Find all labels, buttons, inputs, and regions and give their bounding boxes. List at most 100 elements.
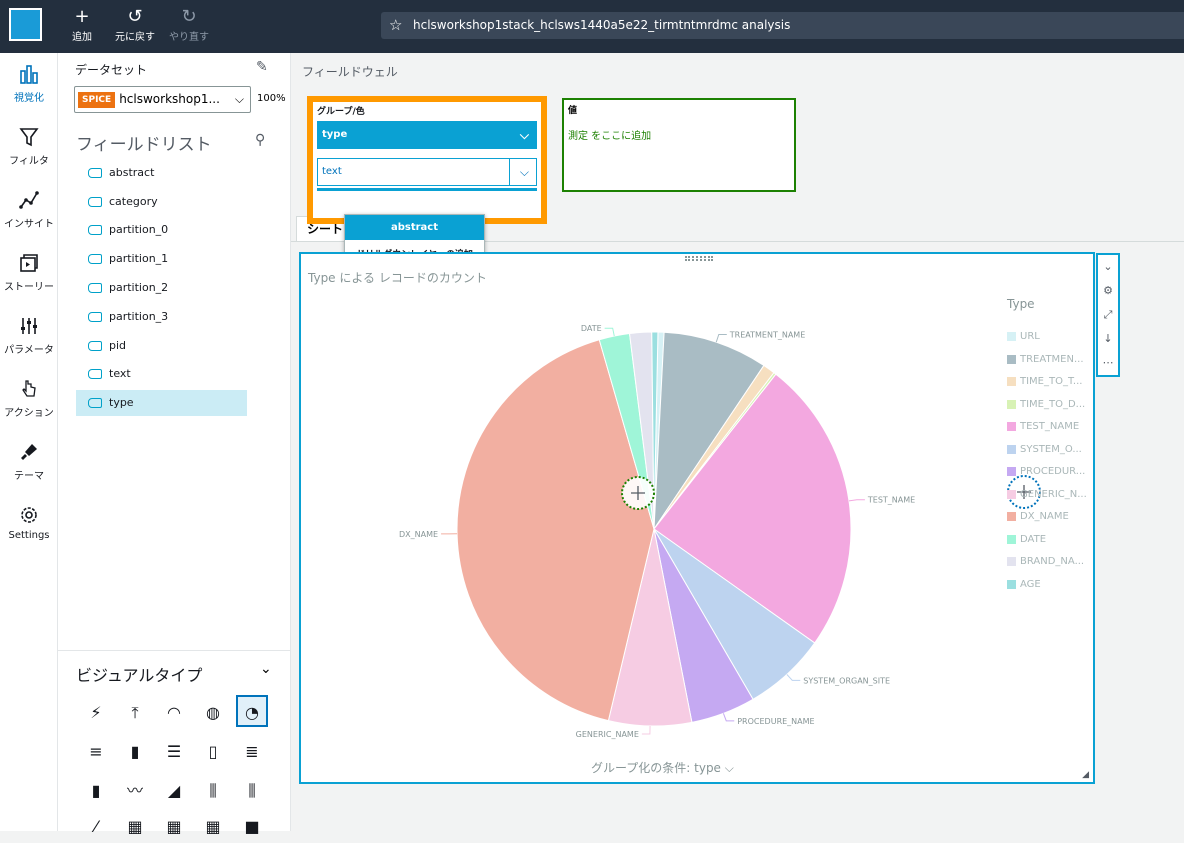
dropdown-item-abstract[interactable]: abstract (345, 215, 484, 240)
field-list-title: フィールドリスト (76, 130, 212, 155)
slice-label: PROCEDURE_NAME (737, 717, 814, 726)
nav-insights[interactable]: インサイト (0, 189, 58, 230)
resize-handle-icon[interactable]: ◢ (1082, 770, 1089, 780)
collapse-chevron-icon[interactable]: ⌄ (260, 661, 272, 677)
more-options-icon[interactable]: ⋯ (1098, 351, 1118, 375)
field-item[interactable]: partition_3 (76, 304, 247, 330)
pivot-table-icon[interactable]: ▦ (158, 811, 190, 843)
table-icon[interactable]: ▦ (197, 811, 229, 843)
vertical-bar-icon[interactable]: ▮ (119, 736, 151, 768)
legend-item[interactable]: DATE (1007, 533, 1046, 547)
legend-item[interactable]: PROCEDUR... (1007, 465, 1085, 479)
horizontal-bar-icon[interactable]: ≡ (80, 736, 112, 768)
legend-swatch (1007, 512, 1016, 521)
slice-leader-line (723, 713, 734, 720)
legend-item[interactable]: BRAND_NA... (1007, 555, 1084, 569)
treemap-icon[interactable]: ■ (236, 811, 268, 843)
legend-item[interactable]: TREATMEN... (1007, 353, 1084, 367)
value-well[interactable]: 値 測定 をここに追加 (562, 98, 796, 192)
kpi-icon[interactable]: ⤒ (119, 697, 151, 729)
legend-item[interactable]: TEST_NAME (1007, 420, 1079, 434)
analysis-title-field[interactable]: ☆ hclsworkshop1stack_hclsws1440a5e22_tir… (381, 12, 1184, 39)
legend-swatch (1007, 332, 1016, 341)
download-icon[interactable]: ↓ (1098, 327, 1118, 351)
nav-label: パラメータ (4, 345, 54, 356)
slice-leader-line (716, 335, 727, 343)
pill-label: text (322, 166, 342, 177)
story-icon (0, 252, 58, 278)
stacked-bar-icon[interactable]: ☰ (158, 736, 190, 768)
visual-card[interactable]: Type による レコードのカウント TREATMENT_NAMETEST_NA… (299, 252, 1095, 784)
pill-label: type (322, 129, 347, 140)
search-icon[interactable]: ⚲ (255, 132, 265, 148)
pie-chart-icon[interactable]: ◔ (236, 695, 268, 727)
text-field-pill[interactable]: text ⌵ (317, 158, 537, 186)
nav-filter[interactable]: フィルタ (0, 126, 58, 167)
nav-visualize[interactable]: 視覚化 (0, 63, 58, 104)
stacked-column-icon[interactable]: ▯ (197, 736, 229, 768)
legend-item[interactable]: GENERIC_N... (1007, 488, 1087, 502)
undo-icon: ↺ (115, 6, 155, 28)
legend-item[interactable]: AGE (1007, 578, 1041, 592)
nav-actions[interactable]: アクション (0, 378, 58, 419)
legend-item[interactable]: TIME_TO_T... (1007, 375, 1082, 389)
field-item[interactable]: text (76, 361, 247, 387)
dimension-tag-icon (88, 398, 102, 408)
expand-icon[interactable]: ⤢ (1098, 303, 1118, 327)
legend-item[interactable]: URL (1007, 330, 1040, 344)
combo-line-icon[interactable]: ⫼ (236, 775, 268, 807)
slice-label: GENERIC_NAME (576, 730, 639, 739)
field-item[interactable]: category (76, 189, 247, 215)
legend-item[interactable]: DX_NAME (1007, 510, 1069, 524)
format-gear-icon[interactable]: ⚙ (1098, 279, 1118, 303)
dimension-tag-icon (88, 197, 102, 207)
legend-item[interactable]: SYSTEM_O... (1007, 443, 1082, 457)
type-field-pill[interactable]: type ⌵ (317, 121, 537, 149)
dataset-select[interactable]: SPICEhclsworkshop1... ⌵ (74, 86, 251, 113)
visual-toolbar: ⌄ ⚙ ⤢ ↓ ⋯ (1096, 253, 1120, 377)
combo-chart-icon[interactable]: ⫼ (197, 775, 229, 807)
gauge-icon[interactable]: ◠ (158, 697, 190, 729)
nav-theme[interactable]: テーマ (0, 441, 58, 482)
add-drop-target-icon[interactable] (622, 477, 654, 509)
dimension-tag-icon (88, 369, 102, 379)
star-icon[interactable]: ☆ (389, 12, 402, 39)
field-item-selected[interactable]: type (76, 390, 247, 416)
add-button[interactable]: + 追加 (72, 6, 92, 43)
legend-label: BRAND_NA... (1020, 556, 1084, 567)
group-color-well[interactable]: グループ/色 type ⌵ text ⌵ (307, 96, 547, 224)
redo-button[interactable]: ↻ やり直す (169, 6, 209, 43)
legend-label: DATE (1020, 534, 1046, 545)
percent-bar-icon[interactable]: ≣ (236, 736, 268, 768)
edit-pencil-icon[interactable]: ✎ (256, 59, 268, 75)
field-label: text (109, 367, 131, 380)
chevron-down-icon[interactable]: ⌵ (520, 159, 529, 185)
donut-chart-icon[interactable]: ◍ (197, 697, 229, 729)
group-by-control[interactable]: グループ化の条件: type ⌵ (591, 759, 734, 776)
field-item[interactable]: partition_0 (76, 217, 247, 243)
legend-swatch (1007, 445, 1016, 454)
percent-column-icon[interactable]: ▮ (80, 775, 112, 807)
field-item[interactable]: partition_2 (76, 275, 247, 301)
undo-button[interactable]: ↺ 元に戻す (115, 6, 155, 43)
slice-leader-line (642, 726, 650, 734)
field-item[interactable]: pid (76, 333, 247, 359)
field-item[interactable]: abstract (76, 160, 247, 186)
filter-icon (0, 126, 58, 152)
nav-parameters[interactable]: パラメータ (0, 315, 58, 356)
dataset-name: hclsworkshop1... (119, 92, 220, 106)
legend-item[interactable]: TIME_TO_D... (1007, 398, 1085, 412)
collapse-icon[interactable]: ⌄ (1098, 255, 1118, 279)
autograph-icon[interactable]: ⚡ (80, 697, 112, 729)
legend-swatch (1007, 467, 1016, 476)
heatmap-icon[interactable]: ▦ (119, 811, 151, 843)
nav-story[interactable]: ストーリー (0, 252, 58, 293)
field-item[interactable]: partition_1 (76, 246, 247, 272)
dimension-tag-icon (88, 225, 102, 235)
quicksight-logo[interactable] (9, 8, 42, 41)
scatter-icon[interactable]: ⁄ (80, 811, 112, 843)
chevron-down-icon[interactable]: ⌵ (520, 121, 529, 149)
area-chart-icon[interactable]: ◢ (158, 775, 190, 807)
line-chart-icon[interactable]: 〰 (119, 775, 151, 807)
nav-settings[interactable]: Settings (0, 504, 58, 541)
